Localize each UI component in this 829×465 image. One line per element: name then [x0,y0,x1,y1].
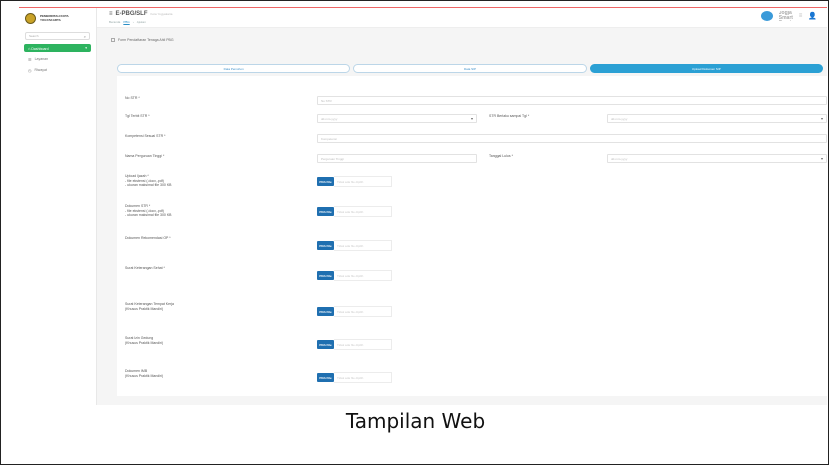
upload-form: No STR * No STR Tgl Terbit STR * dd-mm-y… [117,76,827,396]
figure-caption: Tampilan Web [345,409,486,433]
input-placeholder: Perguruan Tinggi [321,156,344,161]
field-label: Tanggal Lulus * [489,154,513,158]
tab-label: Data Pemohon [223,66,244,71]
file-name: Tidak ada file dipilih [334,206,392,217]
chevron-icon: ▾ [85,46,87,50]
sidebar-search[interactable]: Search ⌕ [25,32,90,40]
field-label: Nama Perguruan Tinggi * [125,154,165,158]
choose-file-button[interactable]: Pilih File [317,207,334,216]
choose-file-button[interactable]: Pilih File [317,307,334,316]
breadcrumb: Beranda PBG › Ajukan [109,20,146,24]
breadcrumb-item[interactable]: Ajukan [137,20,146,24]
upload-label: Surat Keterangan Sehat * [125,266,165,270]
figure-frame: PEMERINTAH KOTA YOGYAKARTA Search ⌕ ⌂ Da… [0,0,829,465]
calendar-dropdown-icon[interactable]: ▾ [821,156,823,161]
app-logo[interactable]: PEMERINTAH KOTA YOGYAKARTA [19,8,96,28]
str-issue-date-input[interactable]: dd-mm-yyyy ▾ [317,114,477,123]
imb-file-upload[interactable]: Pilih File Tidak ada file dipilih [317,372,392,383]
choose-file-button[interactable]: Pilih File [317,340,334,349]
tab-upload-dokumen[interactable]: Upload Dokumen SIP [589,64,823,73]
checkbox-icon[interactable] [111,38,115,42]
input-placeholder: dd-mm-yyyy [321,116,338,121]
sidebar-search-placeholder: Search [29,34,39,38]
sidebar-item-riwayat[interactable]: ◷ Riwayat [24,66,91,74]
workplace-letter-file-upload[interactable]: Pilih File Tidak ada file dipilih [317,306,392,317]
menu-toggle-icon[interactable]: ≡ [109,11,113,17]
sidebar-item-dashboard[interactable]: ⌂ Dashboard ▾ [24,44,91,52]
field-label: Kompetensi Sesuai STR * [125,134,166,138]
page-title-text: E-PBG/SLF [115,11,148,17]
file-name: Tidak ada file dipilih [334,176,392,187]
calendar-dropdown-icon[interactable]: ▾ [471,116,473,121]
ijazah-file-upload[interactable]: Pilih File Tidak ada file dipilih [317,176,392,187]
main-content: Form Pendaftaran Tenaga Ahli PBG Data Pe… [97,28,827,405]
sidebar: PEMERINTAH KOTA YOGYAKARTA Search ⌕ ⌂ Da… [19,8,97,405]
competency-input[interactable]: Kompetensi [317,134,827,143]
calendar-dropdown-icon[interactable]: ▾ [821,116,823,121]
str-valid-until-input[interactable]: dd-mm-yyyy ▾ [607,114,827,123]
list-icon: ☰ [28,56,32,62]
sidebar-item-label: Riwayat [34,68,47,72]
upload-label: Surat Keterangan Tempat Kerja (Khusus Pr… [125,302,174,311]
file-name: Tidak ada file dipilih [334,306,392,317]
city-emblem-icon [25,12,36,24]
page-title: ≡ E-PBG/SLF Kota Yogyakarta [109,11,172,17]
choose-file-button[interactable]: Pilih File [317,177,334,186]
input-placeholder: dd-mm-yyyy [611,116,628,121]
field-label: No STR * [125,96,140,100]
breadcrumb-separator: › [132,20,134,24]
graduation-date-input[interactable]: dd-mm-yyyy ▾ [607,154,827,163]
choose-file-button[interactable]: Pilih File [317,373,334,382]
search-icon: ⌕ [83,33,86,39]
choose-file-button[interactable]: Pilih File [317,271,334,280]
form-note-text: Form Pendaftaran Tenaga Ahli PBG [118,38,174,42]
file-name: Tidak ada file dipilih [334,339,392,350]
breadcrumb-item[interactable]: PBG [123,20,129,24]
page-subtitle: Kota Yogyakarta [150,12,173,16]
sidebar-item-layanan[interactable]: ☰ Layanan [24,55,91,63]
form-note: Form Pendaftaran Tenaga Ahli PBG [111,38,174,42]
topbar: ≡ E-PBG/SLF Kota Yogyakarta Beranda PBG … [97,8,827,28]
tab-data-pemohon[interactable]: Data Pemohon [117,64,351,73]
brand-text: Jogja Smart Service [778,11,793,21]
field-label: STR Berlaku sampai Tgl * [489,114,530,118]
str-number-input[interactable]: No STR [317,96,827,105]
tab-label: Upload Dokumen SIP [691,66,721,71]
str-file-upload[interactable]: Pilih File Tidak ada file dipilih [317,206,392,217]
upload-label: Surat Izin Gedung (Khusus Praktik Mandir… [125,336,164,345]
file-name: Tidak ada file dipilih [334,270,392,281]
tab-data-sip[interactable]: Data SIP [353,64,587,73]
logo-line2: YOGYAKARTA [40,18,61,22]
rekomendasi-file-upload[interactable]: Pilih File Tidak ada file dipilih [317,240,392,251]
sidebar-item-label: Dashboard [31,46,49,51]
upload-label: Upload Ijazah * - file ekstensi (.docx,.… [125,174,172,187]
upload-label: Dokumen Rekomendasi OP * [125,236,171,240]
breadcrumb-item[interactable]: Beranda [109,20,120,24]
building-permit-file-upload[interactable]: Pilih File Tidak ada file dipilih [317,339,392,350]
field-label: Tgl Terbit STR * [125,114,150,118]
choose-file-button[interactable]: Pilih File [317,241,334,250]
input-placeholder: dd-mm-yyyy [611,156,628,161]
menu-icon[interactable]: ≡ [799,13,803,19]
sidebar-item-label: Layanan [34,57,49,61]
topbar-actions: Jogja Smart Service ≡ 👤 [760,11,817,21]
tab-label: Data SIP [463,66,476,71]
file-name: Tidak ada file dipilih [334,372,392,383]
input-placeholder: Kompetensi [321,136,337,141]
user-icon[interactable]: 👤 [808,12,817,20]
file-name: Tidak ada file dipilih [334,240,392,251]
brand-logo-icon [760,11,773,21]
university-input[interactable]: Perguruan Tinggi [317,154,477,163]
form-tabs: Data Pemohon Data SIP Upload Dokumen SIP [117,64,823,73]
input-placeholder: No STR [321,98,332,103]
health-cert-file-upload[interactable]: Pilih File Tidak ada file dipilih [317,270,392,281]
web-screenshot: PEMERINTAH KOTA YOGYAKARTA Search ⌕ ⌂ Da… [19,7,827,405]
history-icon: ◷ [28,67,32,73]
upload-label: Dokumen STR * - file ekstensi (.docx,.pd… [125,204,172,217]
upload-label: Dokumen IMB (Khusus Praktik Mandiri) [125,369,164,378]
